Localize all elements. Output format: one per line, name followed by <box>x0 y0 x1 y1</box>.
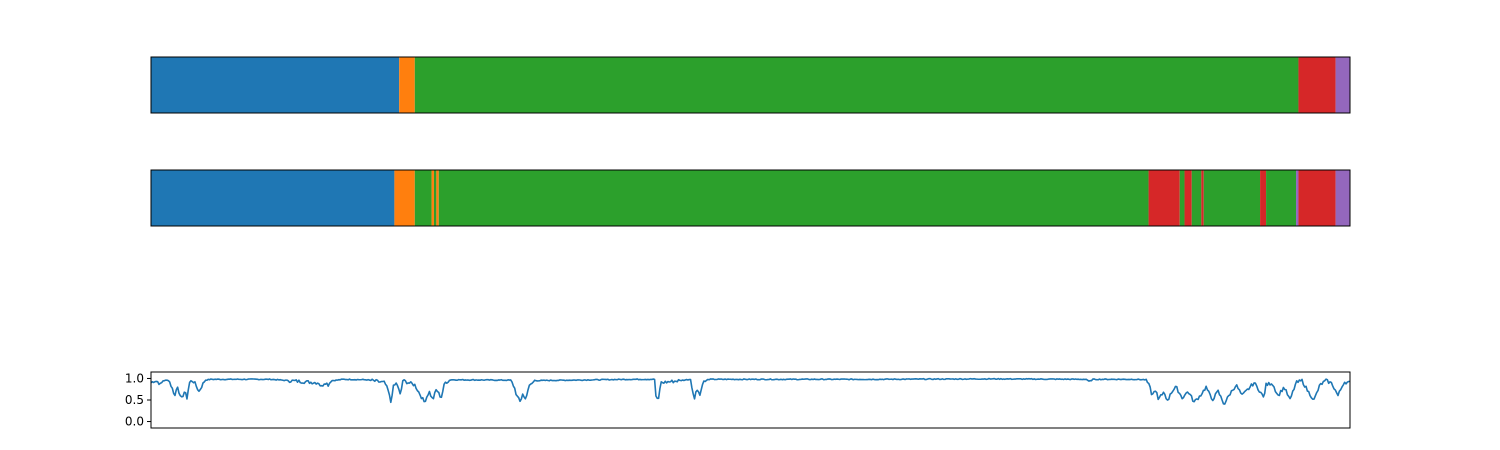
segment-17 <box>1335 170 1350 226</box>
segment-11 <box>1201 170 1204 226</box>
segment-7 <box>1148 170 1180 226</box>
segment-1 <box>399 57 415 113</box>
segment-3 <box>431 170 434 226</box>
segment-16 <box>1298 170 1336 226</box>
segment-9 <box>1184 170 1192 226</box>
segment-15 <box>1296 170 1299 226</box>
segment-12 <box>1203 170 1261 226</box>
segment-5 <box>436 170 439 226</box>
confidence-line-plot: 0.0 0.5 1.0 <box>125 371 1351 429</box>
chart-figure: 0.0 0.5 1.0 <box>0 0 1500 450</box>
segment-3 <box>1298 57 1336 113</box>
segment-4 <box>1335 57 1350 113</box>
segment-10 <box>1191 170 1202 226</box>
y-tick-label-2: 1.0 <box>125 371 144 385</box>
predicted-segment-bar <box>150 169 1351 227</box>
figure-canvas: 0.0 0.5 1.0 <box>125 56 1351 429</box>
y-tick-label-0: 0.0 <box>125 415 144 429</box>
segment-2 <box>414 57 1299 113</box>
axes-frame <box>150 371 1351 429</box>
segment-2 <box>414 170 432 226</box>
segment-8 <box>1179 170 1185 226</box>
segment-6 <box>438 170 1149 226</box>
y-tick-label-1: 0.5 <box>125 393 144 407</box>
ground-truth-segment-bar <box>150 56 1351 114</box>
segment-13 <box>1260 170 1267 226</box>
segment-4 <box>433 170 437 226</box>
segment-0 <box>151 170 395 226</box>
segment-0 <box>151 57 400 113</box>
segment-1 <box>394 170 415 226</box>
confidence-line-0 <box>150 377 1351 405</box>
segment-14 <box>1266 170 1297 226</box>
